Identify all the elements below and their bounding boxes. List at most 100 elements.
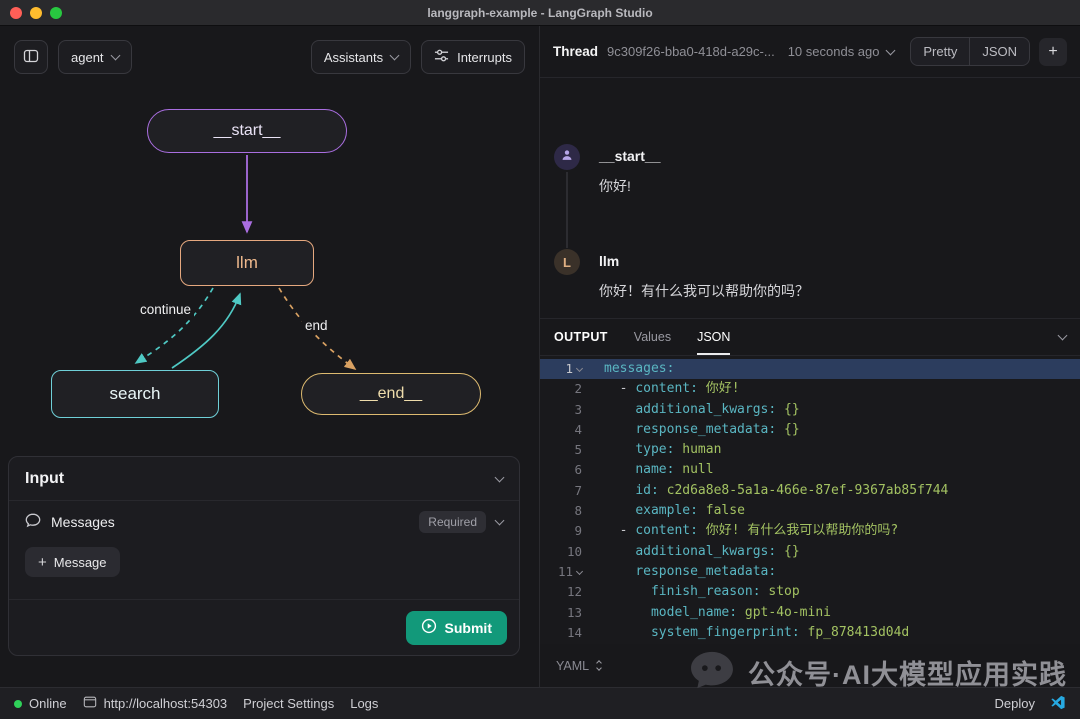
chevron-down-icon: [390, 51, 400, 61]
fold-chevron-icon[interactable]: [576, 568, 583, 575]
tab-output[interactable]: OUTPUT: [554, 319, 608, 355]
interrupts-button[interactable]: Interrupts: [421, 40, 525, 74]
submit-button[interactable]: Submit: [406, 611, 507, 645]
graph-panel: agent Assistants Interrupts: [0, 26, 540, 687]
start-avatar: [554, 144, 580, 170]
code-line[interactable]: 12 finish_reason: stop: [540, 582, 1080, 602]
project-settings-button[interactable]: Project Settings: [243, 696, 334, 711]
tab-values[interactable]: Values: [634, 319, 671, 355]
thread-time-dropdown[interactable]: 10 seconds ago: [788, 44, 894, 59]
input-panel-title: Input: [25, 470, 64, 488]
code-line[interactable]: 14 system_fingerprint: fp_878413d04d: [540, 623, 1080, 643]
graph-node-search[interactable]: search: [51, 370, 219, 418]
sidebar-toggle-button[interactable]: [14, 40, 48, 74]
maximize-window-button[interactable]: [50, 7, 62, 19]
graph-node-start[interactable]: __start__: [147, 109, 347, 153]
agent-dropdown[interactable]: agent: [58, 40, 132, 74]
code-line-text: response_metadata: {}: [588, 420, 800, 440]
submit-button-label: Submit: [445, 620, 492, 636]
status-bar: Online http://localhost:54303 Project Se…: [0, 687, 1080, 719]
code-line[interactable]: 1messages:: [540, 359, 1080, 379]
code-line-text: name: null: [588, 460, 714, 480]
code-lines: 1messages:2 - content: 你好!3 additional_k…: [540, 359, 1080, 643]
output-tabbar: OUTPUT Values JSON: [540, 318, 1080, 356]
deploy-button[interactable]: Deploy: [995, 696, 1035, 711]
logs-button[interactable]: Logs: [350, 696, 378, 711]
thread-id: 9c309f26-bba0-418d-a29c-...: [607, 44, 775, 59]
play-circle-icon: [421, 618, 437, 637]
new-thread-button[interactable]: +: [1039, 38, 1067, 66]
minimize-window-button[interactable]: [30, 7, 42, 19]
code-line[interactable]: 7 id: c2d6a8e8-5a1a-466e-87ef-9367ab85f7…: [540, 481, 1080, 501]
input-panel: Input Messages Required + Message: [8, 456, 520, 656]
code-line-text: type: human: [588, 440, 721, 460]
line-number: 3: [540, 400, 588, 420]
line-number: 7: [540, 481, 588, 501]
server-url[interactable]: http://localhost:54303: [83, 695, 228, 712]
interrupts-icon: [434, 48, 449, 66]
code-editor[interactable]: 1messages:2 - content: 你好!3 additional_k…: [540, 356, 1080, 644]
message-author: __start__: [599, 144, 661, 164]
agent-dropdown-label: agent: [71, 50, 104, 65]
code-line[interactable]: 11 response_metadata:: [540, 562, 1080, 582]
edge-label-end: end: [302, 317, 331, 334]
message-text: 你好!: [599, 176, 661, 196]
main-content: agent Assistants Interrupts: [0, 26, 1080, 687]
traffic-lights: [10, 7, 62, 19]
line-number: 1: [540, 359, 588, 379]
thread-message: __start__ 你好!: [554, 144, 661, 196]
edge-label-continue: continue: [137, 301, 194, 318]
online-status: Online: [14, 696, 67, 711]
format-selector[interactable]: YAML: [556, 659, 601, 673]
thread-messages: __start__ 你好! L llm 你好！有什么我可以帮助你的吗？: [540, 78, 1080, 318]
interrupts-button-label: Interrupts: [457, 50, 512, 65]
messages-field-row[interactable]: Messages Required: [9, 501, 519, 543]
close-window-button[interactable]: [10, 7, 22, 19]
pretty-view-button[interactable]: Pretty: [911, 38, 969, 65]
thread-label: Thread: [553, 44, 598, 59]
json-view-button[interactable]: JSON: [969, 38, 1029, 65]
view-mode-toggle: Pretty JSON: [910, 37, 1030, 66]
line-number: 11: [540, 562, 588, 582]
plus-icon: +: [38, 555, 47, 570]
line-number: 9: [540, 521, 588, 541]
graph-node-llm[interactable]: llm: [180, 240, 314, 286]
input-panel-footer: Submit: [9, 599, 519, 655]
code-line[interactable]: 5 type: human: [540, 440, 1080, 460]
messages-field-label: Messages: [51, 514, 115, 530]
thread-time: 10 seconds ago: [788, 44, 880, 59]
code-line[interactable]: 13 model_name: gpt-4o-mini: [540, 603, 1080, 623]
code-line[interactable]: 8 example: false: [540, 501, 1080, 521]
code-line[interactable]: 10 additional_kwargs: {}: [540, 542, 1080, 562]
code-line-text: example: false: [588, 501, 745, 521]
node-llm-label: llm: [236, 253, 258, 273]
graph-node-end[interactable]: __end__: [301, 373, 481, 415]
vscode-icon[interactable]: [1049, 694, 1066, 714]
code-line-text: model_name: gpt-4o-mini: [588, 603, 831, 623]
tab-json[interactable]: JSON: [697, 319, 730, 355]
code-line[interactable]: 4 response_metadata: {}: [540, 420, 1080, 440]
assistants-dropdown[interactable]: Assistants: [311, 40, 411, 74]
code-line[interactable]: 6 name: null: [540, 460, 1080, 480]
person-icon: [560, 148, 574, 167]
chevron-down-icon: [1058, 331, 1068, 341]
chevron-down-icon: [885, 45, 895, 55]
message-author: llm: [599, 249, 809, 269]
add-message-button[interactable]: + Message: [25, 547, 120, 577]
code-line[interactable]: 3 additional_kwargs: {}: [540, 400, 1080, 420]
code-line-text: response_metadata:: [588, 562, 776, 582]
node-end-label: __end__: [360, 385, 422, 403]
code-line[interactable]: 9 - content: 你好! 有什么我可以帮助你的吗?: [540, 521, 1080, 541]
online-label: Online: [29, 696, 67, 711]
node-start-label: __start__: [214, 122, 281, 140]
input-panel-header[interactable]: Input: [9, 457, 519, 501]
fold-chevron-icon[interactable]: [576, 365, 583, 372]
line-number: 13: [540, 603, 588, 623]
line-number: 14: [540, 623, 588, 643]
code-line[interactable]: 2 - content: 你好!: [540, 379, 1080, 399]
collapse-output-button[interactable]: [1059, 319, 1066, 355]
server-url-label: http://localhost:54303: [104, 696, 228, 711]
sidebar-toggle-icon: [23, 48, 39, 67]
browser-window-icon: [83, 695, 97, 712]
line-number: 2: [540, 379, 588, 399]
